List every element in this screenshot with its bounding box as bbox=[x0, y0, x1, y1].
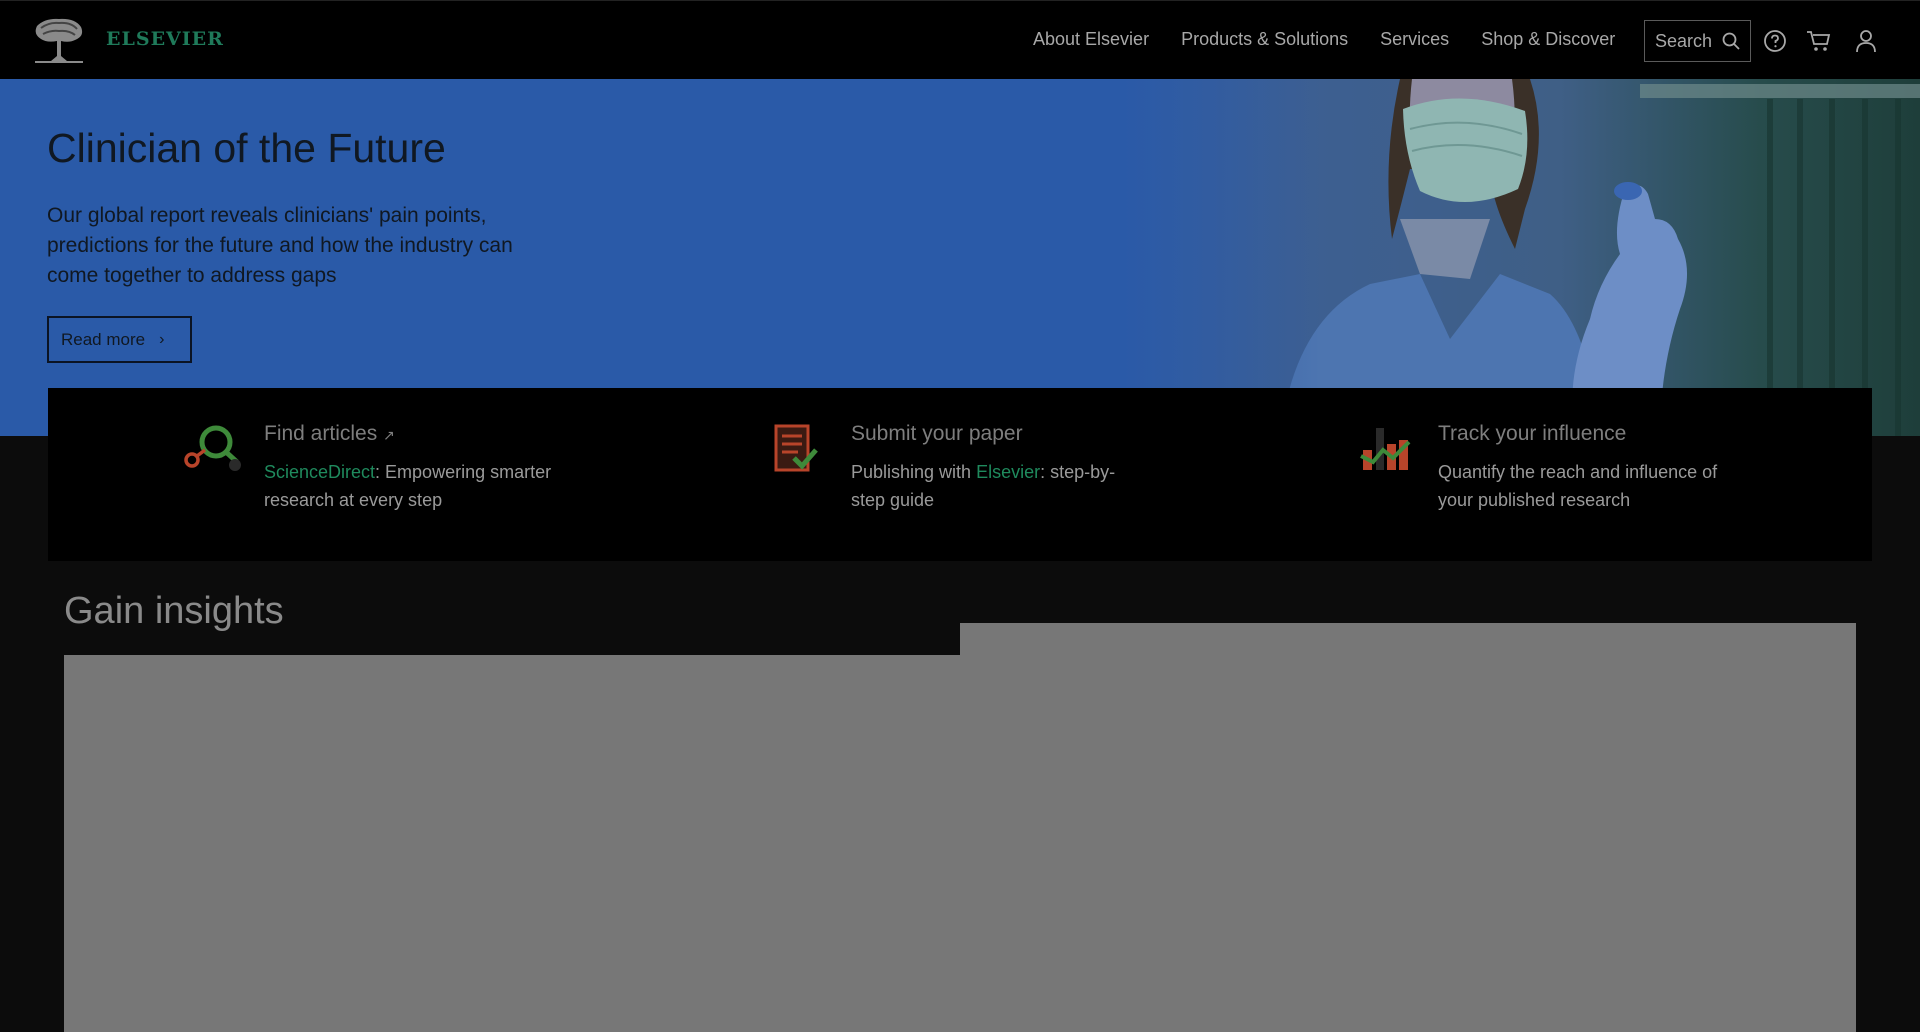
submit-paper-title: Submit your paper bbox=[851, 422, 1023, 445]
cart-icon[interactable] bbox=[1806, 29, 1832, 53]
sciencedirect-link[interactable]: ScienceDirect bbox=[264, 462, 375, 482]
find-articles-desc: ScienceDirect: Empowering smarter resear… bbox=[264, 458, 554, 514]
main-nav: About Elsevier Products & Solutions Serv… bbox=[1033, 29, 1647, 50]
track-influence-desc: Quantify the reach and influence of your… bbox=[1438, 462, 1718, 510]
search-button[interactable]: Search bbox=[1644, 20, 1751, 62]
hero-description: Our global report reveals clinicians' pa… bbox=[47, 204, 513, 287]
search-icon bbox=[1722, 32, 1740, 50]
elsevier-link[interactable]: Elsevier bbox=[976, 462, 1040, 482]
help-icon[interactable] bbox=[1763, 29, 1787, 53]
insight-panel-left[interactable] bbox=[64, 655, 960, 1032]
brand-wordmark[interactable]: ELSEVIER bbox=[106, 28, 224, 50]
hero-banner: Clinician of the Future Our global repor… bbox=[0, 79, 1920, 436]
site-header: ELSEVIER About Elsevier Products & Solut… bbox=[0, 0, 1920, 79]
nav-products-solutions[interactable]: Products & Solutions bbox=[1181, 29, 1348, 50]
clinician-photo bbox=[1120, 79, 1920, 436]
external-link-icon: ↗ bbox=[383, 427, 395, 443]
quick-links-bar: Find articles ↗ ScienceDirect: Empowerin… bbox=[48, 388, 1872, 561]
track-influence-title: Track your influence bbox=[1438, 422, 1627, 445]
user-icon[interactable] bbox=[1855, 29, 1877, 53]
chevron-right-icon: › bbox=[159, 330, 165, 348]
search-label: Search bbox=[1655, 30, 1713, 51]
nav-about[interactable]: About Elsevier bbox=[1033, 29, 1149, 50]
submit-paper-desc-prefix: Publishing with bbox=[851, 462, 977, 482]
hero-title: Clinician of the Future bbox=[47, 125, 446, 171]
read-more-label: Read more bbox=[61, 329, 146, 349]
insight-panel-right[interactable] bbox=[960, 623, 1856, 1032]
find-articles-title: Find articles ↗ bbox=[264, 422, 395, 446]
elsevier-tree-logo-icon[interactable] bbox=[31, 16, 87, 65]
find-articles-title-text: Find articles bbox=[264, 422, 378, 445]
submit-paper-desc: Publishing with Elsevier: step-by-step g… bbox=[851, 458, 1141, 514]
gain-insights-heading: Gain insights bbox=[64, 590, 284, 632]
nav-services[interactable]: Services bbox=[1380, 29, 1449, 50]
read-more-button[interactable]: Read more › bbox=[47, 316, 192, 363]
magnifier-icon bbox=[184, 425, 241, 471]
bar-chart-icon bbox=[1360, 428, 1411, 470]
nav-shop-discover[interactable]: Shop & Discover bbox=[1481, 29, 1615, 50]
document-check-icon bbox=[774, 424, 818, 472]
